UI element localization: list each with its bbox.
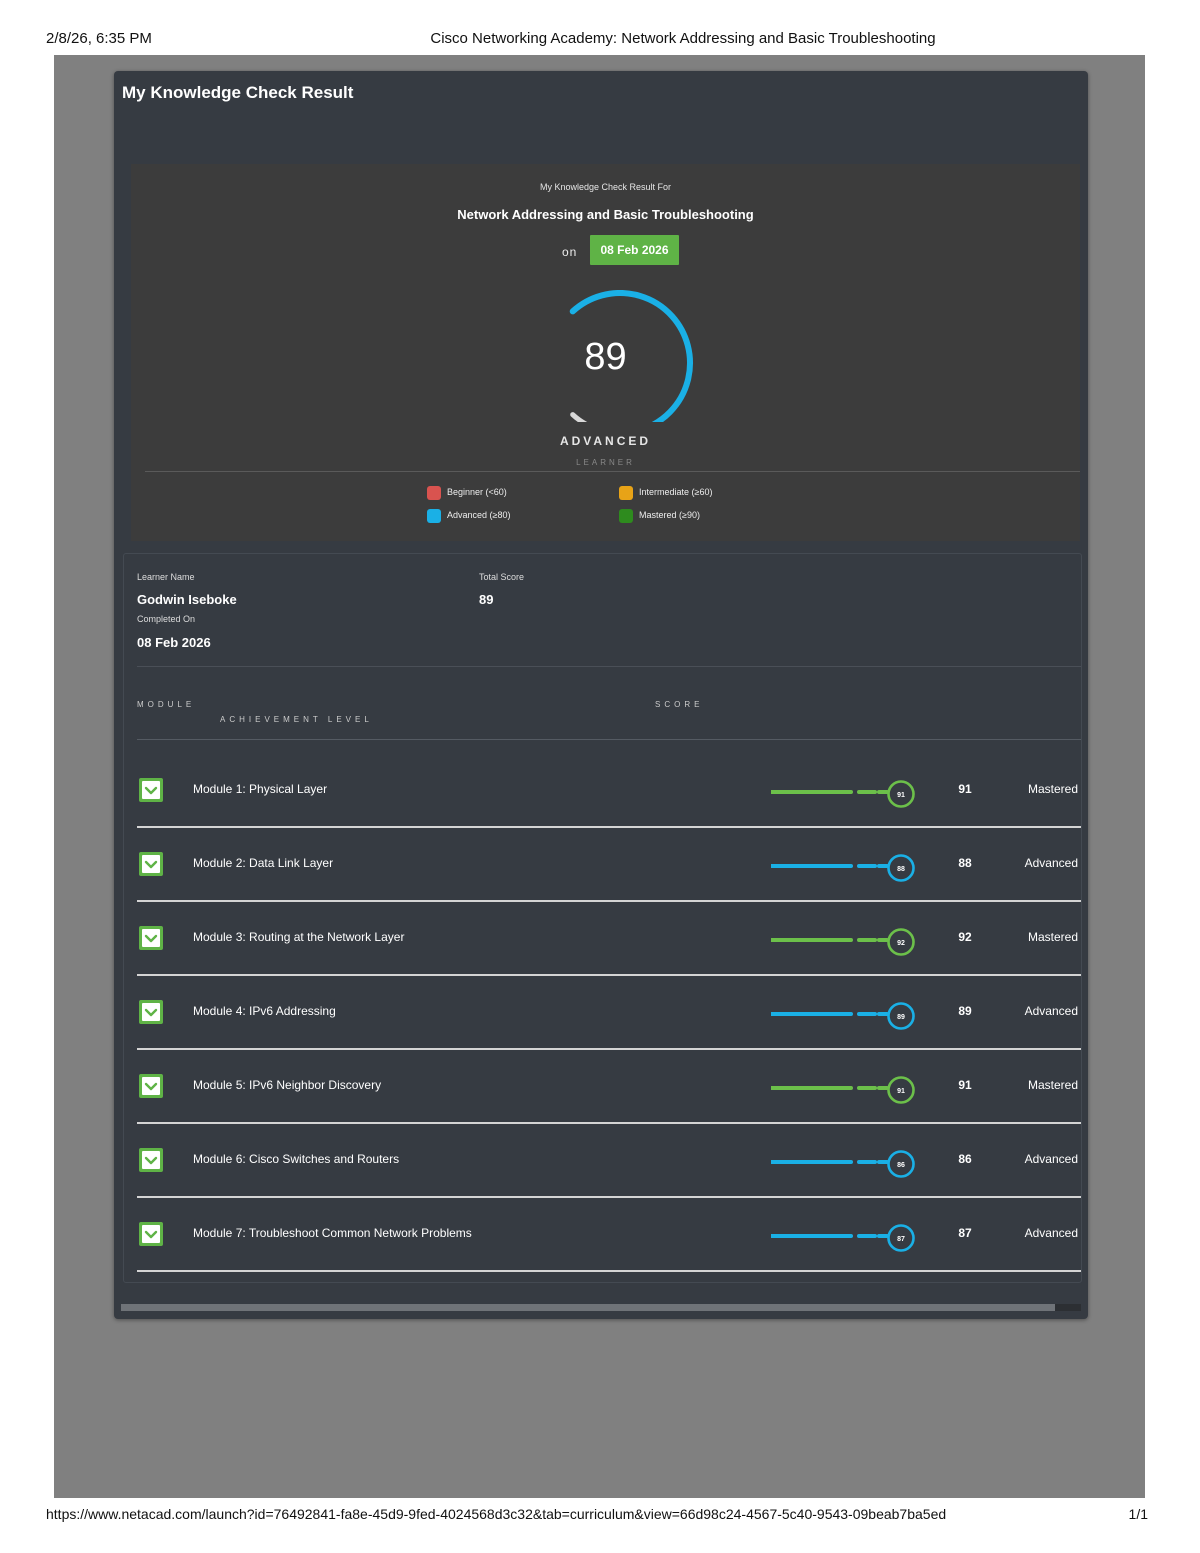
legend-swatch: [427, 508, 441, 523]
legend-advanced: Advanced (≥80): [427, 507, 510, 523]
result-for-label: My Knowledge Check Result For: [539, 182, 672, 192]
knowledge-check-panel: My Knowledge Check Result My Knowledge C…: [114, 71, 1088, 1319]
module-row[interactable]: Module 3: Routing at the Network Layer 92…: [137, 902, 1081, 976]
expand-toggle[interactable]: [139, 852, 163, 876]
gauge-track: [570, 412, 588, 422]
module-row[interactable]: Module 2: Data Link Layer 88 88 Advanced: [137, 828, 1081, 902]
module-level: Mastered: [1027, 1078, 1078, 1092]
row-divider: [137, 1270, 1081, 1272]
score-bar: 87: [771, 1224, 915, 1252]
module-level: Advanced: [1024, 1226, 1078, 1240]
completed-on-label: Completed On: [137, 614, 196, 624]
module-row[interactable]: Module 1: Physical Layer 91 91 Mastered: [137, 754, 1081, 828]
score-bar: 91: [771, 780, 915, 808]
score-badge-value: 89: [897, 1014, 905, 1021]
header-divider: [137, 739, 1081, 740]
module-score: 91: [958, 1078, 972, 1092]
score-badge-value: 88: [897, 866, 905, 873]
score-bar: 86: [771, 1150, 915, 1178]
chevron-down-icon: [142, 929, 160, 947]
chevron-down-icon: [142, 1225, 160, 1243]
print-url: https://www.netacad.com/launch?id=764928…: [46, 1506, 947, 1522]
score-bar: 88: [771, 854, 915, 882]
module-score: 87: [958, 1226, 972, 1240]
module-score: 92: [958, 930, 972, 944]
total-score-label: Total Score: [479, 572, 525, 582]
module-name: Module 7: Troubleshoot Common Network Pr…: [193, 1226, 472, 1240]
legend-swatch: [619, 485, 633, 500]
legend-label: Advanced (≥80): [447, 510, 511, 520]
module-name: Module 5: IPv6 Neighbor Discovery: [193, 1078, 382, 1092]
chevron-down-icon: [142, 855, 160, 873]
module-level: Mastered: [1027, 782, 1078, 796]
legend-label: Mastered (≥90): [639, 510, 700, 520]
score-badge-value: 86: [897, 1162, 905, 1169]
legend-beginner: Beginner (<60): [427, 484, 507, 500]
summary-divider: [145, 471, 1080, 472]
module-name: Module 1: Physical Layer: [193, 782, 328, 796]
legend-label: Intermediate (≥60): [639, 487, 713, 497]
module-name: Module 3: Routing at the Network Layer: [193, 930, 405, 944]
print-header: 2/8/26, 6:35 PM Cisco Networking Academy…: [0, 30, 1200, 50]
module-score: 91: [958, 782, 972, 796]
column-achievement-level: ACHIEVEMENT LEVEL: [220, 715, 373, 724]
gauge-sublevel: LEARNER: [576, 458, 635, 467]
total-score: 89: [479, 592, 494, 607]
module-level: Advanced: [1024, 1004, 1078, 1018]
horizontal-scrollbar[interactable]: [121, 1304, 1081, 1311]
panel-title: My Knowledge Check Result: [122, 83, 354, 102]
module-name: Module 2: Data Link Layer: [193, 856, 334, 870]
score-badge-value: 87: [897, 1236, 905, 1243]
module-name: Module 6: Cisco Switches and Routers: [193, 1152, 400, 1166]
module-name: Module 4: IPv6 Addressing: [193, 1004, 336, 1018]
module-row[interactable]: Module 6: Cisco Switches and Routers 86 86…: [137, 1124, 1081, 1198]
gauge-score: 89: [584, 336, 627, 378]
score-badge-value: 91: [897, 1088, 905, 1095]
score-bar: 92: [771, 928, 915, 956]
module-level: Advanced: [1024, 1152, 1078, 1166]
details-divider: [137, 666, 1081, 667]
column-score: SCORE: [655, 700, 704, 709]
score-badge-value: 91: [897, 792, 905, 799]
completed-on: 08 Feb 2026: [137, 635, 211, 650]
expand-toggle[interactable]: [139, 1000, 163, 1024]
result-details: Learner Name Godwin Iseboke Completed On…: [123, 553, 1082, 1283]
legend-mastered: Mastered (≥90): [619, 507, 700, 523]
expand-toggle[interactable]: [139, 926, 163, 950]
legend-swatch: [427, 485, 441, 500]
score-badge-value: 92: [897, 940, 905, 947]
expand-toggle[interactable]: [139, 1074, 163, 1098]
chevron-down-icon: [142, 1151, 160, 1169]
chevron-down-icon: [142, 1077, 160, 1095]
module-row[interactable]: Module 7: Troubleshoot Common Network Pr…: [137, 1198, 1081, 1272]
course-title: Network Addressing and Basic Troubleshoo…: [457, 207, 754, 222]
module-score: 89: [958, 1004, 972, 1018]
expand-toggle[interactable]: [139, 778, 163, 802]
legend-swatch: [619, 508, 633, 523]
column-module: MODULE: [137, 700, 196, 709]
chevron-down-icon: [142, 781, 160, 799]
print-page-number: 1/1: [1128, 1506, 1148, 1522]
expand-toggle[interactable]: [139, 1148, 163, 1172]
chevron-down-icon: [142, 1003, 160, 1021]
legend-intermediate: Intermediate (≥60): [619, 484, 712, 500]
result-summary: My Knowledge Check Result For Network Ad…: [131, 164, 1080, 541]
module-level: Advanced: [1024, 856, 1078, 870]
module-score: 88: [958, 856, 972, 870]
score-bar: 89: [771, 1002, 915, 1030]
learner-name-label: Learner Name: [137, 572, 195, 582]
score-bar: 91: [771, 1076, 915, 1104]
print-title: Cisco Networking Academy: Network Addres…: [430, 30, 936, 47]
module-row[interactable]: Module 5: IPv6 Neighbor Discovery 91 91 Mas…: [137, 1050, 1081, 1124]
on-label: on: [562, 245, 578, 259]
module-row[interactable]: Module 4: IPv6 Addressing 89 89 Advanced: [137, 976, 1081, 1050]
date-badge: 08 Feb 2026: [590, 235, 679, 265]
module-score: 86: [958, 1152, 972, 1166]
scrollbar-end: [1055, 1304, 1081, 1311]
expand-toggle[interactable]: [139, 1222, 163, 1246]
module-level: Mastered: [1027, 930, 1078, 944]
gauge-level: ADVANCED: [559, 434, 652, 448]
learner-name: Godwin Iseboke: [137, 592, 237, 607]
legend-label: Beginner (<60): [447, 487, 507, 497]
